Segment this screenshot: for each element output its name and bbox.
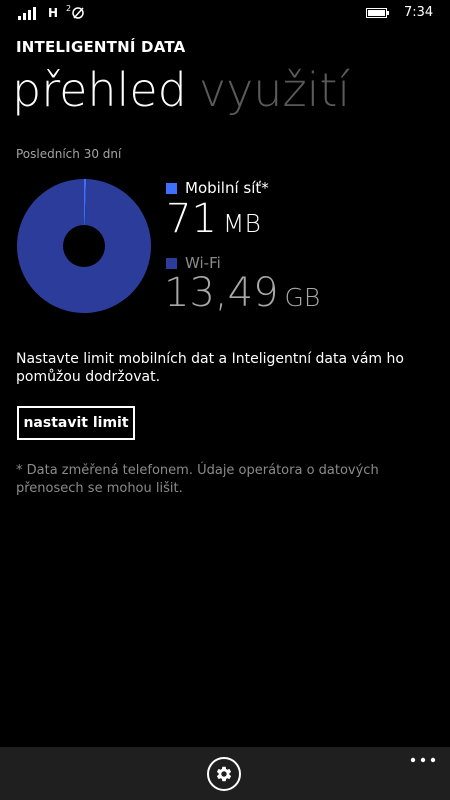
pivot-item-vyuziti[interactable]: využití (199, 63, 350, 117)
pivot-item-prehled[interactable]: přehled (12, 63, 187, 117)
network-type: H (48, 6, 59, 20)
mobile-unit: MB (222, 209, 261, 238)
more-options-ellipsis-icon[interactable] (408, 753, 438, 767)
mobile-amount: 71 (166, 196, 217, 242)
signal-strength-icon (18, 7, 36, 20)
legend-mobile: Mobilní síť* (166, 179, 269, 197)
mobile-swatch (166, 182, 177, 194)
wifi-unit: GB (284, 283, 321, 312)
pivot-header: přehled využití (12, 62, 350, 118)
sim-no-signal-icon: 2 (66, 4, 84, 19)
clock: 7:34 (404, 5, 434, 20)
battery-icon (366, 8, 389, 18)
gear-icon (217, 766, 232, 782)
mobile-usage-value: 71 MB (166, 196, 261, 242)
wifi-usage-value: 13,49 GB (164, 270, 320, 316)
wifi-swatch (166, 257, 177, 269)
mobile-label: Mobilní síť* (185, 179, 269, 197)
period-label: Posledních 30 dní (16, 147, 122, 161)
set-limit-button[interactable]: nastavit limit (17, 406, 135, 440)
footnote: * Data změřená telefonem. Údaje operátor… (16, 463, 379, 496)
donut-hole (63, 225, 105, 267)
limit-message: Nastavte limit mobilních dat a Inteligen… (16, 351, 404, 385)
usage-donut-chart (16, 179, 151, 313)
wifi-amount: 13,49 (164, 270, 279, 316)
sim-number: 2 (66, 4, 71, 13)
status-bar: H 2 7:34 (0, 0, 450, 28)
app-title: INTELIGENTNÍ DATA (16, 38, 186, 56)
settings-button[interactable] (207, 757, 241, 791)
app-bar (0, 747, 450, 800)
